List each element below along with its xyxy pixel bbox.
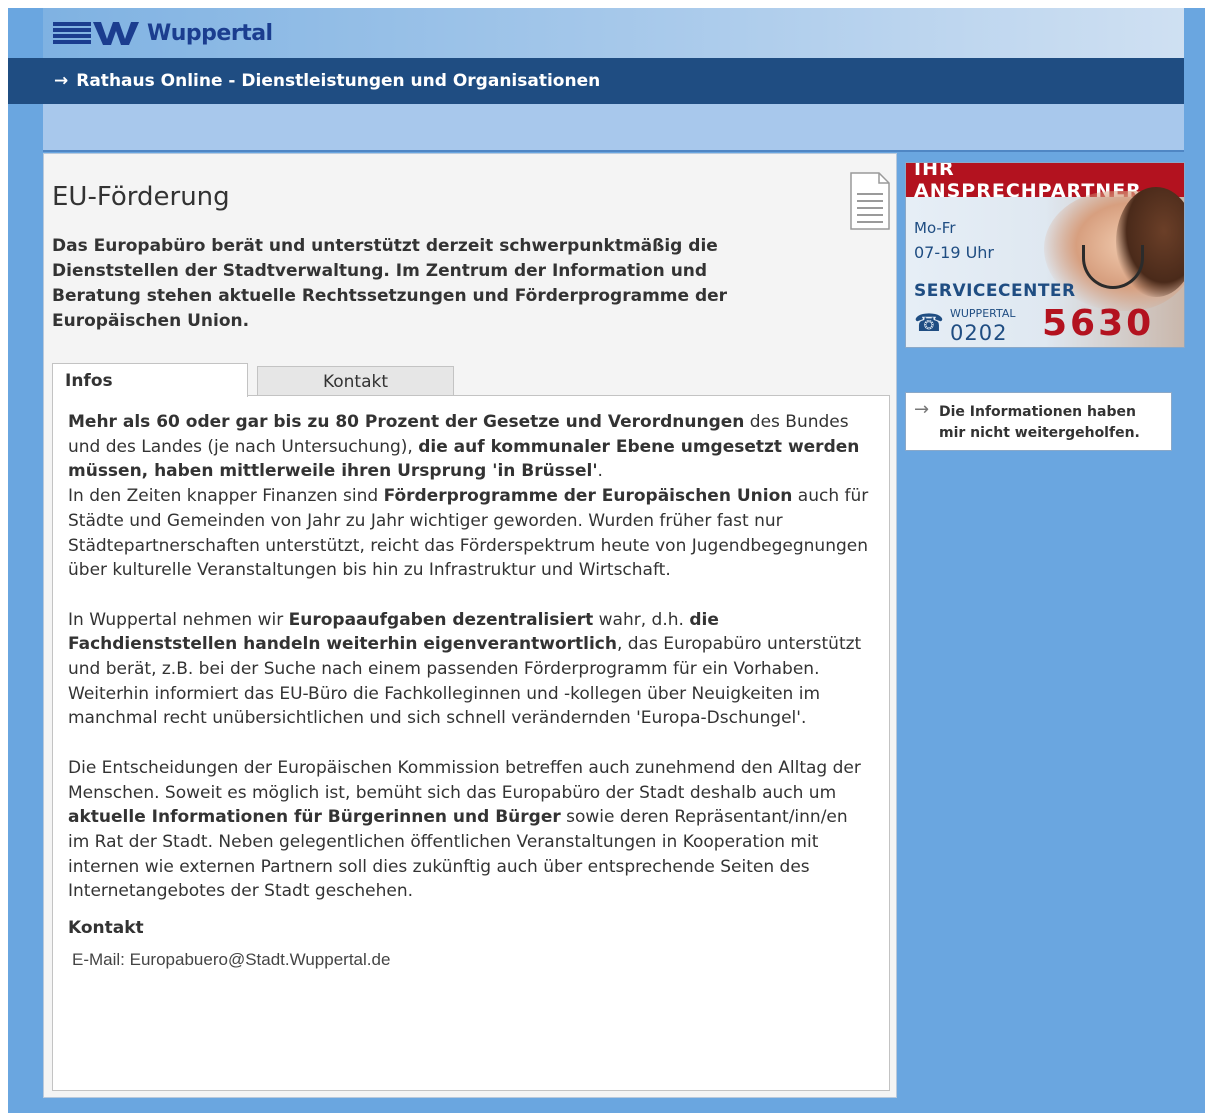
arrow-right-icon: → [914, 399, 930, 420]
banner-body: Mo-Fr 07-19 Uhr SERVICECENTER ☎ WUPPERTA… [906, 187, 1184, 347]
paragraph-1: Mehr als 60 oder gar bis zu 80 Prozent d… [68, 410, 874, 583]
paragraph-2: In Wuppertal nehmen wir Europaaufgaben d… [68, 608, 874, 732]
logo-text: Wuppertal [147, 20, 273, 46]
email-line: E-Mail: Europabuero@Stadt.Wuppertal.de [68, 950, 874, 970]
page-title: EU-Förderung [52, 182, 230, 212]
text: In Wuppertal nehmen wir [68, 609, 289, 630]
area-code: 0202 [950, 321, 1008, 345]
bold-text: Förderprogramme der Europäischen Union [383, 486, 793, 507]
text: wahr, d.h. [593, 609, 690, 630]
phone-number: 5630 [1042, 303, 1155, 344]
text: In den Zeiten knapper Finanzen sind [68, 486, 384, 507]
sub-navigation-bar [43, 104, 1184, 152]
document-icon[interactable] [850, 172, 890, 230]
wuppertal-logo[interactable]: Wuppertal [53, 18, 273, 48]
text: . [597, 461, 603, 482]
service-center-banner[interactable]: IHR ANSPRECHPARTNER Mo-Fr 07-19 Uhr SERV… [905, 162, 1185, 348]
email-label: E-Mail: [72, 950, 125, 970]
section-navbar: → Rathaus Online - Dienstleistungen und … [8, 58, 1184, 104]
wuppertal-logo-icon [53, 22, 139, 45]
tab-content-infos: Mehr als 60 oder gar bis zu 80 Prozent d… [52, 395, 890, 1091]
site-header: Wuppertal [43, 8, 1184, 58]
tab-kontakt[interactable]: Kontakt [257, 366, 454, 396]
bold-text: Mehr als 60 oder gar bis zu 80 Prozent d… [68, 412, 745, 432]
feedback-link[interactable]: Die Informationen haben mir nicht weiter… [914, 402, 1163, 444]
feedback-link-box[interactable]: → Die Informationen haben mir nicht weit… [905, 392, 1172, 451]
tab-bar: Infos Kontakt [52, 363, 892, 397]
bold-text: aktuelle Informationen für Bürgerinnen u… [68, 807, 561, 828]
section-title-link[interactable]: Rathaus Online - Dienstleistungen und Or… [76, 71, 600, 91]
arrow-right-icon: → [54, 71, 69, 91]
hours-time: 07-19 Uhr [914, 243, 995, 262]
phone-icon: ☎ [914, 309, 944, 337]
text: Die Entscheidungen der Europäischen Komm… [68, 757, 861, 803]
email-link[interactable]: Europabuero@Stadt.Wuppertal.de [130, 950, 391, 969]
main-content-panel: EU-Förderung Das Europabüro berät und un… [43, 153, 897, 1098]
service-center-label: SERVICECENTER [914, 281, 1076, 301]
paragraph-3: Die Entscheidungen der Europäischen Komm… [68, 756, 874, 904]
tab-infos[interactable]: Infos [52, 363, 248, 397]
contact-heading: Kontakt [68, 918, 144, 939]
hours-days: Mo-Fr [914, 219, 956, 237]
bold-text: Europaaufgaben dezentralisiert [288, 609, 594, 630]
city-label: WUPPERTAL [950, 307, 1016, 320]
intro-text: Das Europabüro berät und unterstützt der… [52, 236, 728, 331]
